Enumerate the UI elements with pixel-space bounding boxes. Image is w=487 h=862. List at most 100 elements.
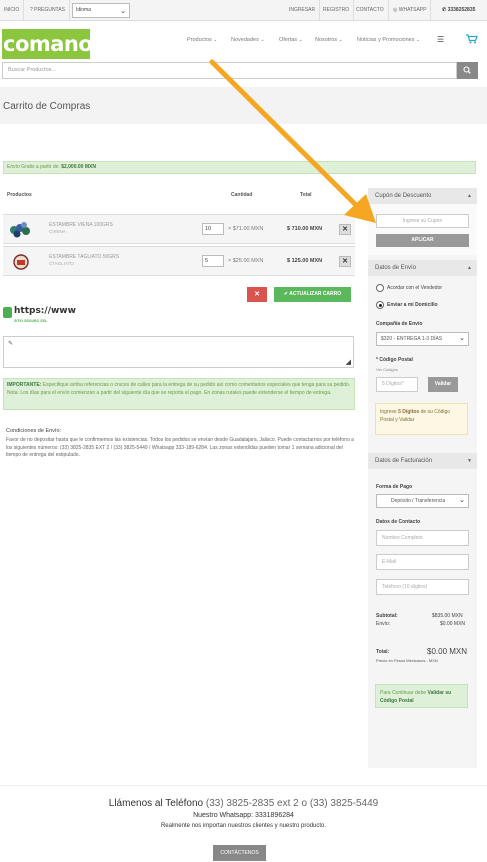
free-shipping-amount: $2,000.00 MXN — [61, 164, 96, 170]
top-bar: INICIO ? PREGUNTAS Idioma ⌄ INGRESAR REG… — [0, 0, 487, 21]
envio-label: Envío: — [376, 621, 391, 627]
coupon-input[interactable]: Ingrese su Cupón — [376, 214, 469, 228]
continue-prefix: Para Continuar debe — [380, 690, 428, 696]
resize-handle-icon[interactable]: ◢ — [346, 358, 351, 366]
quantity-input[interactable]: 10 — [202, 223, 224, 235]
radio-domicilio[interactable] — [376, 301, 384, 309]
product-name[interactable]: ESTAMBRE VIENA 100GRS — [49, 222, 113, 228]
site-logo[interactable]: comanov — [2, 29, 106, 59]
shipping-header[interactable]: Datos de Envío ▲ — [368, 260, 477, 276]
caret-up-icon: ▲ — [467, 193, 472, 199]
login-link[interactable]: INGRESAR — [285, 0, 321, 21]
currency-note: Precio en Pesos Mexicanos - MXN — [376, 658, 438, 663]
coupon-header-label: Cupón de Descuento — [375, 193, 432, 199]
footer-phone-label: Llámenos al Teléfono — [108, 798, 204, 809]
validate-button[interactable]: Validar — [428, 377, 458, 392]
menu-icon[interactable]: ☰ — [437, 35, 444, 44]
postal-codes-link[interactable]: Ver Códigos — [376, 367, 398, 372]
unit-price: × $71.00 MXN — [228, 226, 264, 232]
col-total: Total — [300, 192, 312, 198]
product-code: CVIENA — [49, 229, 66, 234]
line-total: $ 710.00 MXN — [287, 226, 323, 232]
coupon-header[interactable]: Cupón de Descuento ▲ — [368, 188, 477, 204]
nav-novedades[interactable]: Novedades ⌄ — [231, 37, 265, 43]
conditions-text: Favor de no depositar hasta que le confi… — [6, 437, 354, 458]
home-link[interactable]: INICIO — [0, 0, 25, 21]
chevron-down-icon: ⌄ — [338, 37, 343, 43]
lock-icon — [3, 307, 12, 318]
line-total: $ 125.00 MXN — [287, 258, 323, 264]
nav-label: Ofertas — [279, 37, 298, 43]
remove-item-button[interactable]: ✕ — [339, 256, 351, 267]
important-notice: IMPORTANTE: Especifique arriba referenci… — [3, 378, 355, 410]
empty-cart-button[interactable]: ✕ — [247, 287, 267, 302]
product-name[interactable]: ESTAMBRE TAGLIATO 50GRS — [49, 254, 119, 260]
payment-select[interactable]: Depósito / Transferencia ⌄ — [376, 494, 469, 508]
footer-phone: Llámenos al Teléfono (33) 3825-2835 ext … — [0, 798, 487, 809]
product-code: CTAGLIATO — [49, 261, 74, 266]
chevron-down-icon: ⌄ — [298, 37, 303, 43]
chevron-down-icon: ⌄ — [416, 37, 421, 43]
search-input[interactable]: Buscar Productos... — [2, 62, 457, 79]
chevron-down-icon: ⌄ — [457, 495, 465, 507]
caret-up-icon: ▲ — [467, 265, 472, 271]
remove-item-button[interactable]: ✕ — [339, 224, 351, 235]
contact-label: Datos de Contacto — [376, 519, 421, 525]
shipping-company-value: $320 - ENTREGA 1-3 DÍAS — [381, 336, 443, 342]
chevron-down-icon: ⌄ — [260, 37, 265, 43]
name-input[interactable]: Nombre Completo — [376, 530, 469, 546]
billing-header[interactable]: Datos de Facturación ▼ — [368, 453, 477, 469]
nav-ofertas[interactable]: Ofertas ⌄ — [279, 37, 303, 43]
page-title-band: Carrito de Compras — [0, 87, 487, 124]
contact-link[interactable]: CONTACTO — [352, 0, 389, 21]
col-productos: Productos — [7, 192, 32, 198]
warn-prefix: Ingrese — [380, 409, 399, 415]
email-input[interactable]: E-Mail — [376, 554, 469, 570]
chevron-down-icon: ⌄ — [213, 37, 218, 43]
whatsapp-label: WHATSAPP — [398, 7, 427, 13]
site-header: comanov Productos ⌄ Novedades ⌄ Ofertas … — [0, 21, 487, 61]
caret-down-icon: ▼ — [467, 458, 472, 464]
faq-link[interactable]: ? PREGUNTAS — [26, 0, 70, 21]
nav-noticias[interactable]: Noticias y Promociones ⌄ — [357, 37, 420, 43]
nav-label: Novedades — [231, 37, 259, 43]
phone-input[interactable]: Teléfono (10 dígitos) — [376, 579, 469, 595]
language-select-value: Idioma — [76, 7, 92, 13]
total-value: $0.00 MXN — [427, 647, 468, 656]
quantity-input[interactable]: 5 — [202, 255, 224, 267]
product-image[interactable] — [9, 253, 33, 271]
envio-value: $0.00 MXN — [440, 621, 466, 627]
unit-price: × $25.00 MXN — [228, 258, 264, 264]
postal-code-input[interactable]: 5 Dígitos* — [376, 377, 418, 392]
nav-nosotros[interactable]: Nosotros ⌄ — [315, 37, 343, 43]
subtotal-value: $835.00 MXN — [432, 613, 463, 619]
comments-textarea[interactable]: ✎ ◢ — [3, 336, 354, 368]
footer-phone-numbers[interactable]: (33) 3825-2835 ext 2 o (33) 3825-5449 — [206, 798, 378, 809]
chevron-down-icon: ⌄ — [457, 333, 465, 345]
product-image[interactable] — [9, 221, 33, 239]
search-button[interactable] — [457, 62, 478, 79]
payment-label: Forma de Pago — [376, 484, 413, 490]
phone-link[interactable]: ✆ 3338252835 — [438, 0, 479, 21]
important-text: Especifique arriba referencias o cruces … — [7, 382, 351, 396]
radio-acordar-label: Acordar con el Vendedor — [387, 285, 443, 291]
phone-number: 3338252835 — [447, 7, 476, 13]
nav-productos[interactable]: Productos ⌄ — [187, 37, 218, 43]
whatsapp-link[interactable]: ◎ WHATSAPP — [389, 0, 432, 21]
apply-coupon-button[interactable]: APLICAR — [376, 234, 469, 247]
radio-acordar[interactable] — [376, 284, 384, 292]
shipping-company-select[interactable]: $320 - ENTREGA 1-3 DÍAS ⌄ — [376, 332, 469, 346]
cart-icon[interactable] — [466, 34, 478, 44]
register-link[interactable]: REGISTRO — [319, 0, 355, 21]
payment-value: Depósito / Transferencia — [391, 498, 446, 504]
free-shipping-text: Envío Gratis a partir de: — [7, 164, 60, 170]
update-cart-button[interactable]: ✔ ACTUALIZAR CARRO — [274, 287, 351, 302]
ssl-subtitle: SITIO SEGURO SSL — [14, 319, 48, 323]
subtotal-label: Subtotal: — [376, 613, 398, 619]
table-row: ESTAMBRE TAGLIATO 50GRS CTAGLIATO 5 × $2… — [3, 246, 355, 276]
warn-bold: 5 Dígitos — [398, 409, 420, 415]
language-select[interactable]: Idioma ⌄ — [72, 3, 130, 18]
footer-tagline: Realmente nos importan nuestros clientes… — [160, 823, 327, 829]
total-label: Total: — [376, 649, 390, 655]
contact-button[interactable]: CONTÁCTENOS — [213, 845, 266, 861]
